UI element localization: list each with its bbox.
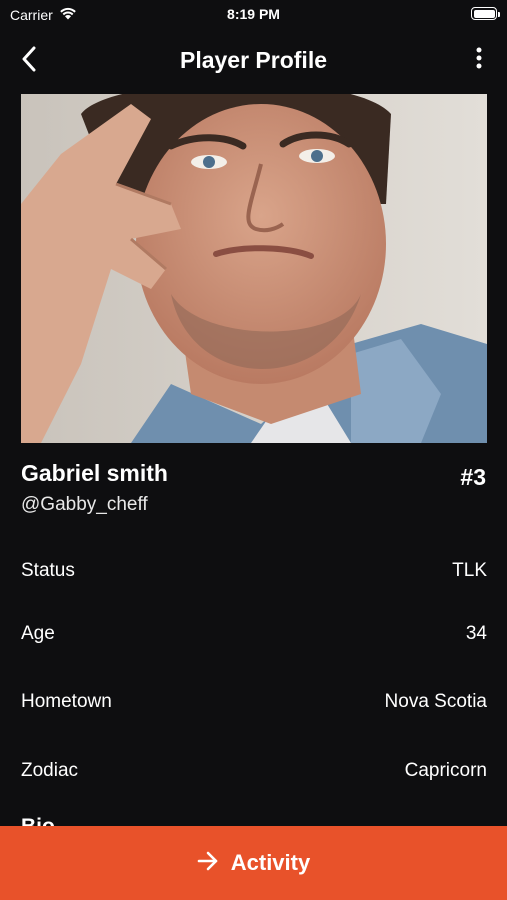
player-rank-badge: #3 [460, 464, 486, 490]
activity-label: Activity [230, 850, 311, 875]
battery-icon [471, 7, 500, 20]
detail-label: Zodiac [21, 760, 79, 781]
player-name: Gabriel smith [21, 460, 168, 486]
arrow-right-icon [197, 851, 219, 876]
status-bar: Carrier 8:19 PM [0, 0, 507, 28]
detail-value: 34 [465, 623, 487, 644]
detail-row-status: Status TLK [21, 558, 487, 584]
detail-value: TLK [452, 560, 487, 581]
detail-row-hometown: Hometown Nova Scotia [21, 689, 487, 715]
player-handle: @Gabby_cheff [21, 494, 148, 515]
detail-value: Nova Scotia [384, 691, 487, 712]
more-options-button[interactable] [467, 47, 491, 74]
more-vertical-icon [476, 47, 482, 74]
page-title: Player Profile [179, 47, 328, 73]
detail-row-age: Age 34 [21, 621, 487, 647]
detail-row-zodiac: Zodiac Capricorn [21, 758, 487, 784]
activity-button[interactable]: Activity [0, 826, 507, 900]
detail-value: Capricorn [404, 760, 487, 781]
detail-label: Status [21, 560, 75, 581]
detail-label: Age [21, 623, 55, 644]
detail-label: Hometown [21, 691, 112, 712]
player-photo [21, 94, 487, 443]
clock: 8:19 PM [227, 6, 280, 22]
navigation-bar: Player Profile [0, 38, 507, 82]
